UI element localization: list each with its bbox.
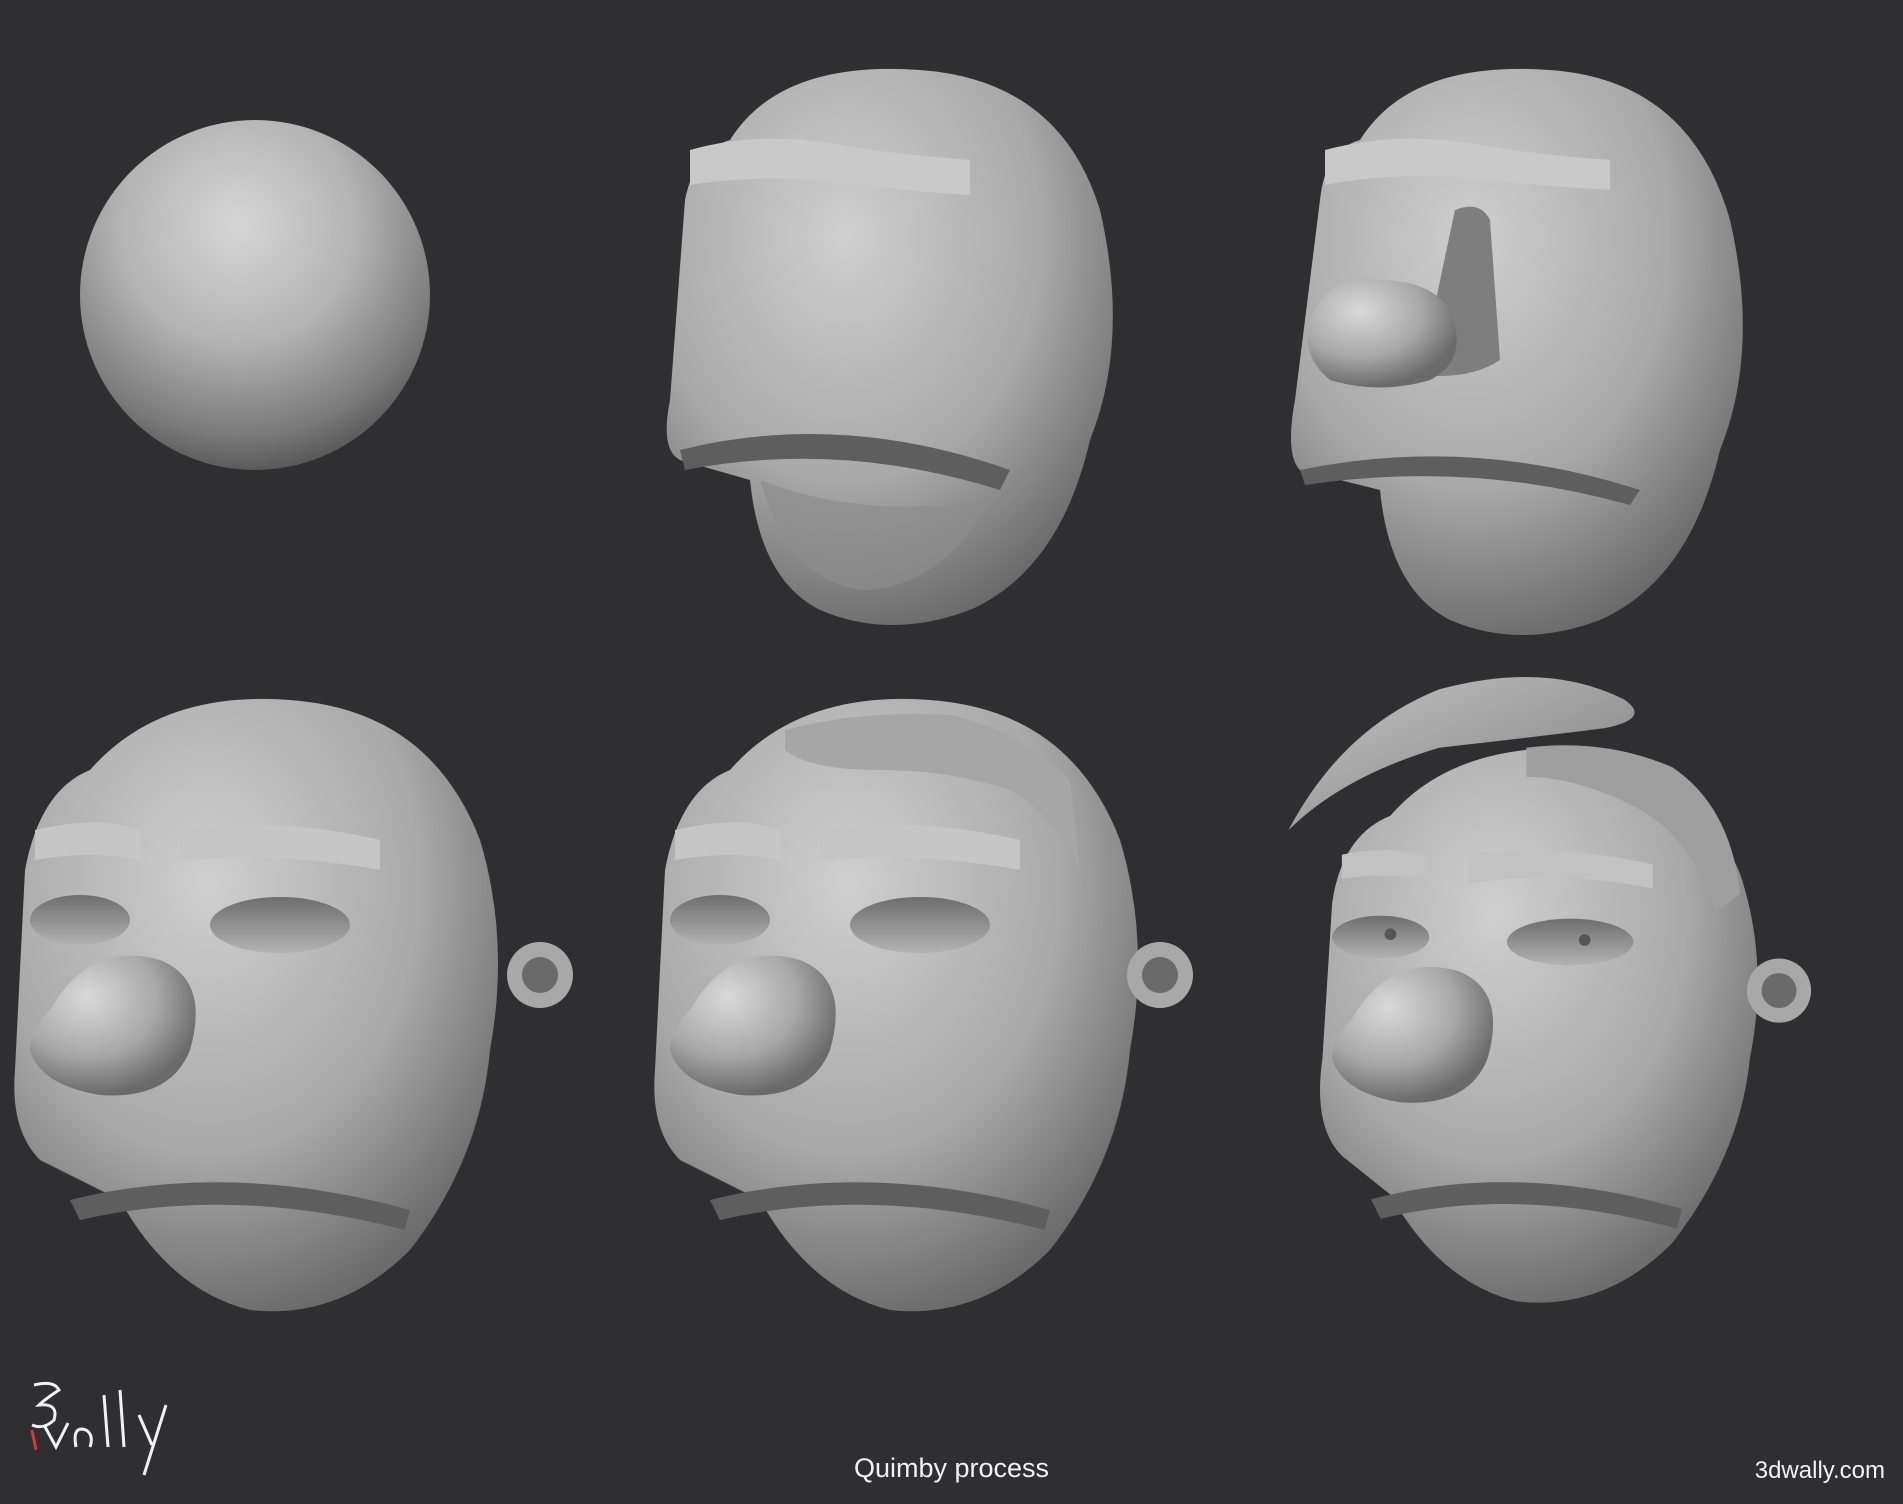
head-with-hair-cap-icon [654, 698, 1193, 1312]
stage-1-sphere [30, 60, 490, 520]
head-with-swoop-hair-icon [1288, 676, 1812, 1303]
caption: Quimby process [853, 1453, 1050, 1483]
render-sheet: Quimby process 3dwally.com [0, 0, 1903, 1504]
website-link[interactable]: 3dwally.com [1755, 1457, 1885, 1485]
stage-2-blockout [640, 50, 1240, 730]
sphere-base-icon [80, 120, 430, 470]
stage-4-eyes-ear [10, 690, 610, 1370]
stage-5-hair-cap [650, 690, 1250, 1370]
blockout-head-brows-icon [666, 68, 1113, 625]
head-with-eyes-ear-icon [14, 698, 573, 1312]
stage-6-swoop-hair [1275, 670, 1875, 1350]
stage-3-nose-block [1270, 50, 1870, 730]
head-with-nose-block-icon [1291, 68, 1743, 635]
